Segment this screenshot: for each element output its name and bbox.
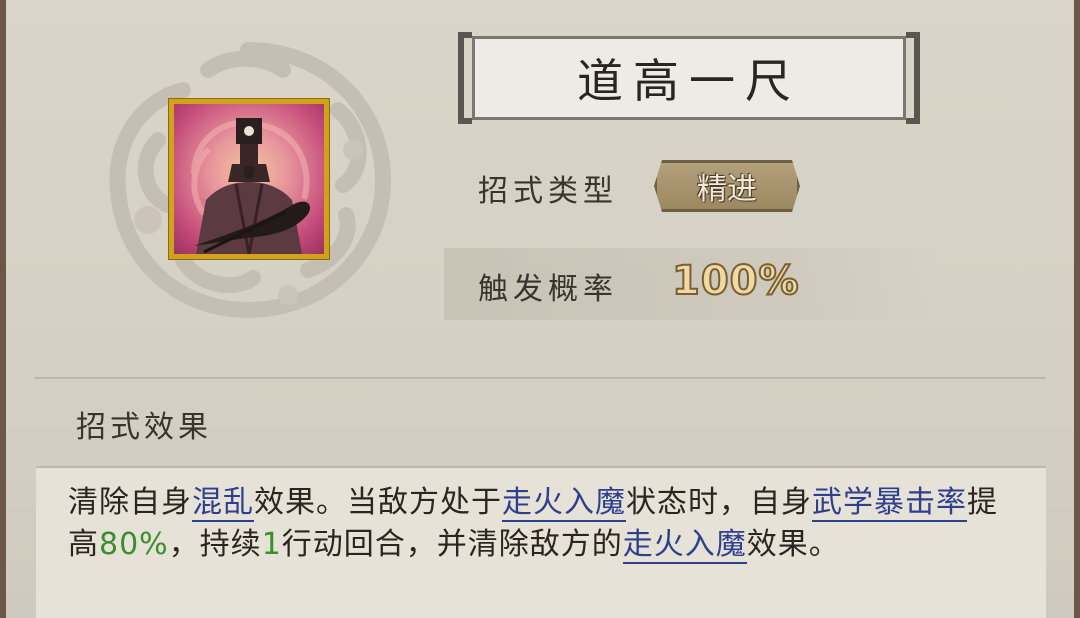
section-divider — [34, 377, 1046, 379]
effect-text-segment: 效果。 — [746, 527, 840, 562]
effect-description: 清除自身混乱效果。当敌方处于走火入魔状态时，自身武学暴击率提高80%，持续1行动… — [68, 482, 1018, 566]
skill-title-plaque: 道高一尺 — [458, 32, 920, 124]
effect-text-segment: 效果。当敌方处于 — [254, 485, 502, 520]
effect-keyword-link[interactable]: 混乱 — [192, 485, 254, 522]
panel-edge-left — [0, 0, 6, 618]
skill-portrait-frame — [168, 98, 330, 260]
title-bracket-right — [906, 32, 920, 124]
effect-text-segment: ，持续 — [168, 527, 262, 562]
portrait-art — [191, 118, 311, 254]
effect-keyword-link[interactable]: 武学暴击率 — [812, 485, 967, 522]
effect-number: 80% — [99, 527, 169, 562]
elder-sage-portrait-icon — [174, 104, 324, 254]
trigger-rate-label: 触发概率 — [478, 272, 618, 307]
effect-text-segment: 行动回合，并清除敌方的 — [281, 527, 623, 562]
effect-text-segment: 状态时，自身 — [626, 485, 812, 520]
panel-edge-right — [1074, 0, 1080, 618]
effect-keyword-link[interactable]: 走火入魔 — [502, 485, 626, 522]
skill-type-label: 招式类型 — [478, 174, 618, 209]
effect-text-segment: 清除自身 — [68, 485, 192, 520]
trigger-rate-value: 100% — [671, 257, 800, 305]
effect-number: 1 — [261, 527, 282, 562]
skill-title: 道高一尺 — [472, 36, 906, 120]
title-bracket-left — [458, 32, 472, 124]
effect-section-title: 招式效果 — [76, 410, 212, 445]
skill-type-badge: 精进 — [654, 160, 800, 212]
effect-keyword-link[interactable]: 走火入魔 — [622, 527, 747, 564]
skill-detail-panel: 道高一尺 招式类型 精进 触发概率 100% 招式效果 清除自身混乱效果。当敌方… — [0, 0, 1080, 618]
